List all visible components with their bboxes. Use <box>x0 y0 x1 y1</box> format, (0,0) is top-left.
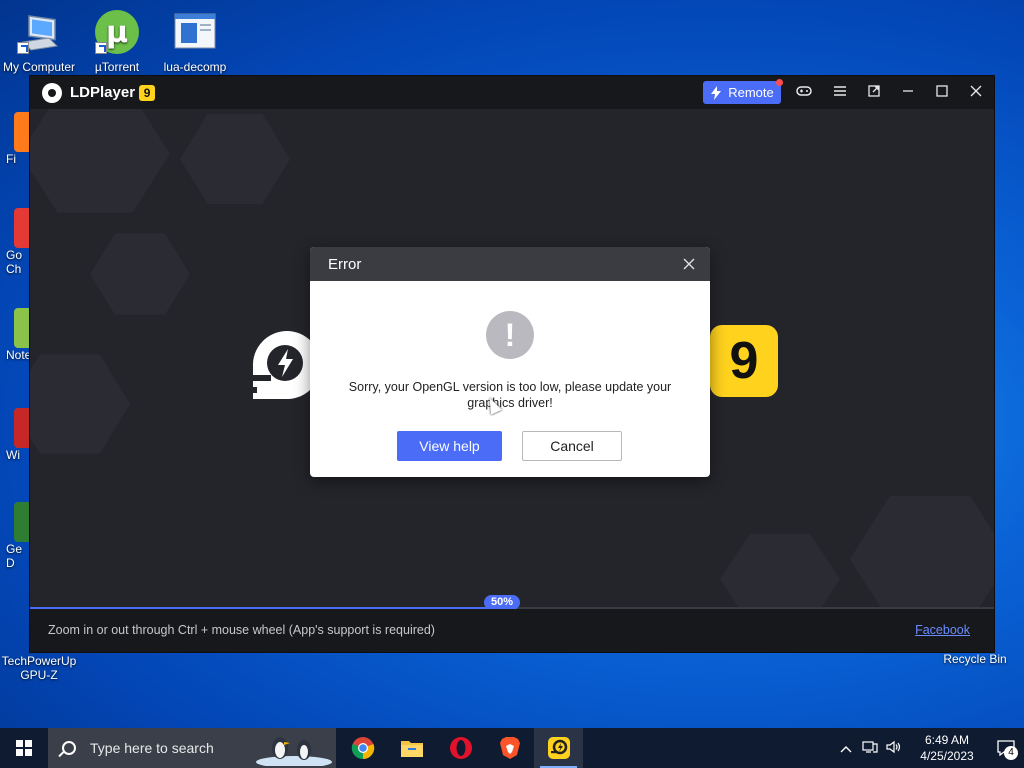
loading-progress-label: 50% <box>484 595 520 610</box>
system-tray: 6:49 AM 4/25/2023 4 <box>834 728 1024 768</box>
ldplayer-logo-icon <box>42 82 62 103</box>
error-message: Sorry, your OpenGL version is too low, p… <box>348 380 672 410</box>
notifications-button[interactable]: 4 <box>988 728 1024 768</box>
error-dialog: Error ! Sorry, your OpenGL version is to… <box>310 247 710 477</box>
desktop-icon-label: Note <box>6 348 32 362</box>
taskbar: Type here to search 6:49 AM 4/25/2023 4 <box>0 728 1024 768</box>
computer-icon <box>15 8 63 56</box>
search-highlight-art-icon <box>256 737 332 766</box>
desktop-icon-label: TechPowerUp GPU-Z <box>1 654 77 682</box>
ldplayer-statusbar: Zoom in or out through Ctrl + mouse whee… <box>30 609 994 652</box>
file-explorer-icon <box>400 741 423 757</box>
shortcut-arrow-icon <box>95 42 107 54</box>
desktop-icon-label: Wi <box>6 448 20 462</box>
ldplayer-titlebar[interactable]: LDPlayer 9 Remote <box>30 76 994 109</box>
desktop-icon-label: Go Ch <box>6 248 23 276</box>
desktop-icon-label: Fi <box>6 152 16 166</box>
brave-icon <box>499 737 520 759</box>
menu-icon[interactable] <box>829 82 851 104</box>
windows-logo-icon <box>16 740 32 756</box>
utorrent-icon: µ <box>93 8 141 56</box>
clock-date: 4/25/2023 <box>920 749 974 763</box>
desktop-icon-recycle-bin[interactable]: Recycle Bin <box>936 652 1014 666</box>
dialog-header[interactable]: Error <box>310 247 710 281</box>
shortcut-arrow-icon <box>17 42 29 54</box>
taskbar-opera[interactable] <box>436 728 485 768</box>
taskbar-search[interactable]: Type here to search <box>48 728 336 768</box>
desktop-icon-label: Ge D <box>6 542 23 570</box>
close-icon[interactable] <box>965 82 987 104</box>
chrome-icon <box>351 737 374 760</box>
cancel-button[interactable]: Cancel <box>522 431 622 461</box>
desktop-icon-partial-1[interactable]: Fi <box>0 112 32 166</box>
minimize-icon[interactable] <box>897 82 919 104</box>
remote-label: Remote <box>728 85 774 100</box>
clock-time: 6:49 AM <box>924 733 970 747</box>
desktop-icon-partial-3[interactable]: Note <box>0 308 32 362</box>
maximize-icon[interactable] <box>931 82 953 104</box>
background-hexagon <box>180 114 290 204</box>
taskbar-clock[interactable]: 6:49 AM 4/25/2023 <box>912 732 982 764</box>
desktop-icon-label: Recycle Bin <box>943 652 1007 666</box>
desktop-icon-label: lua-decomp <box>163 60 227 74</box>
gamepad-icon[interactable] <box>793 82 815 104</box>
lightning-icon <box>711 85 722 100</box>
svg-text:µ: µ <box>106 15 128 50</box>
background-hexagon <box>30 109 170 213</box>
background-hexagon <box>90 233 190 315</box>
background-hexagon <box>850 496 994 608</box>
start-button[interactable] <box>0 728 48 768</box>
desktop-icon-label: My Computer <box>2 60 76 74</box>
chevron-up-icon[interactable] <box>834 741 858 756</box>
desktop-icon-label: µTorrent <box>94 60 140 74</box>
background-hexagon <box>720 534 840 608</box>
ldplayer-version-badge: 9 <box>139 84 156 101</box>
volume-icon[interactable] <box>882 740 906 757</box>
desktop-icon-partial-2[interactable]: Go Ch <box>0 208 32 276</box>
background-hexagon <box>30 354 130 454</box>
view-help-button[interactable]: View help <box>397 431 502 461</box>
ldplayer-title: LDPlayer <box>70 84 136 101</box>
facebook-link[interactable]: Facebook <box>915 623 970 637</box>
desktop-icon-utorrent[interactable]: µ µTorrent <box>78 8 156 74</box>
dialog-title: Error <box>328 255 362 273</box>
notification-dot <box>776 79 783 86</box>
desktop-icon-partial-4[interactable]: Wi <box>0 408 32 462</box>
dialog-close-icon[interactable] <box>678 253 700 275</box>
ldplayer-splash-badge: 9 <box>710 325 778 397</box>
taskbar-ldplayer[interactable] <box>534 728 583 768</box>
search-icon <box>62 741 76 755</box>
remote-button[interactable]: Remote <box>703 79 783 104</box>
ldplayer-icon <box>547 737 570 759</box>
taskbar-file-explorer[interactable] <box>387 728 436 768</box>
taskbar-brave[interactable] <box>485 728 534 768</box>
opera-icon <box>449 737 472 759</box>
external-icon[interactable] <box>863 82 885 104</box>
notification-count-badge: 4 <box>1004 746 1018 760</box>
search-placeholder: Type here to search <box>90 740 214 756</box>
desktop-icon-my-computer[interactable]: My Computer <box>0 8 78 74</box>
taskbar-chrome[interactable] <box>338 728 387 768</box>
desktop-icon-partial-5[interactable]: Ge D <box>0 502 32 570</box>
warning-icon: ! <box>486 311 534 359</box>
status-tip: Zoom in or out through Ctrl + mouse whee… <box>48 623 435 637</box>
window-icon <box>171 8 219 56</box>
network-icon[interactable] <box>858 740 882 757</box>
desktop-icon-lua-decomp[interactable]: lua-decomp <box>156 8 234 74</box>
